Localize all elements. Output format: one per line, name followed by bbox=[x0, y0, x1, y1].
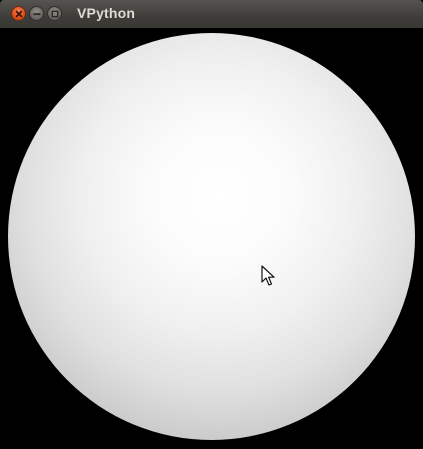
close-icon bbox=[15, 10, 23, 18]
sphere-object[interactable] bbox=[8, 33, 415, 440]
minimize-icon bbox=[33, 13, 41, 16]
close-button[interactable] bbox=[11, 6, 26, 21]
vpython-canvas[interactable] bbox=[0, 28, 423, 449]
mouse-cursor-icon bbox=[261, 265, 275, 286]
vpython-window: VPython bbox=[0, 0, 423, 449]
maximize-button[interactable] bbox=[47, 6, 62, 21]
title-bar[interactable]: VPython bbox=[0, 0, 423, 28]
minimize-button[interactable] bbox=[29, 6, 44, 21]
window-title: VPython bbox=[77, 5, 136, 21]
maximize-icon bbox=[51, 10, 59, 18]
